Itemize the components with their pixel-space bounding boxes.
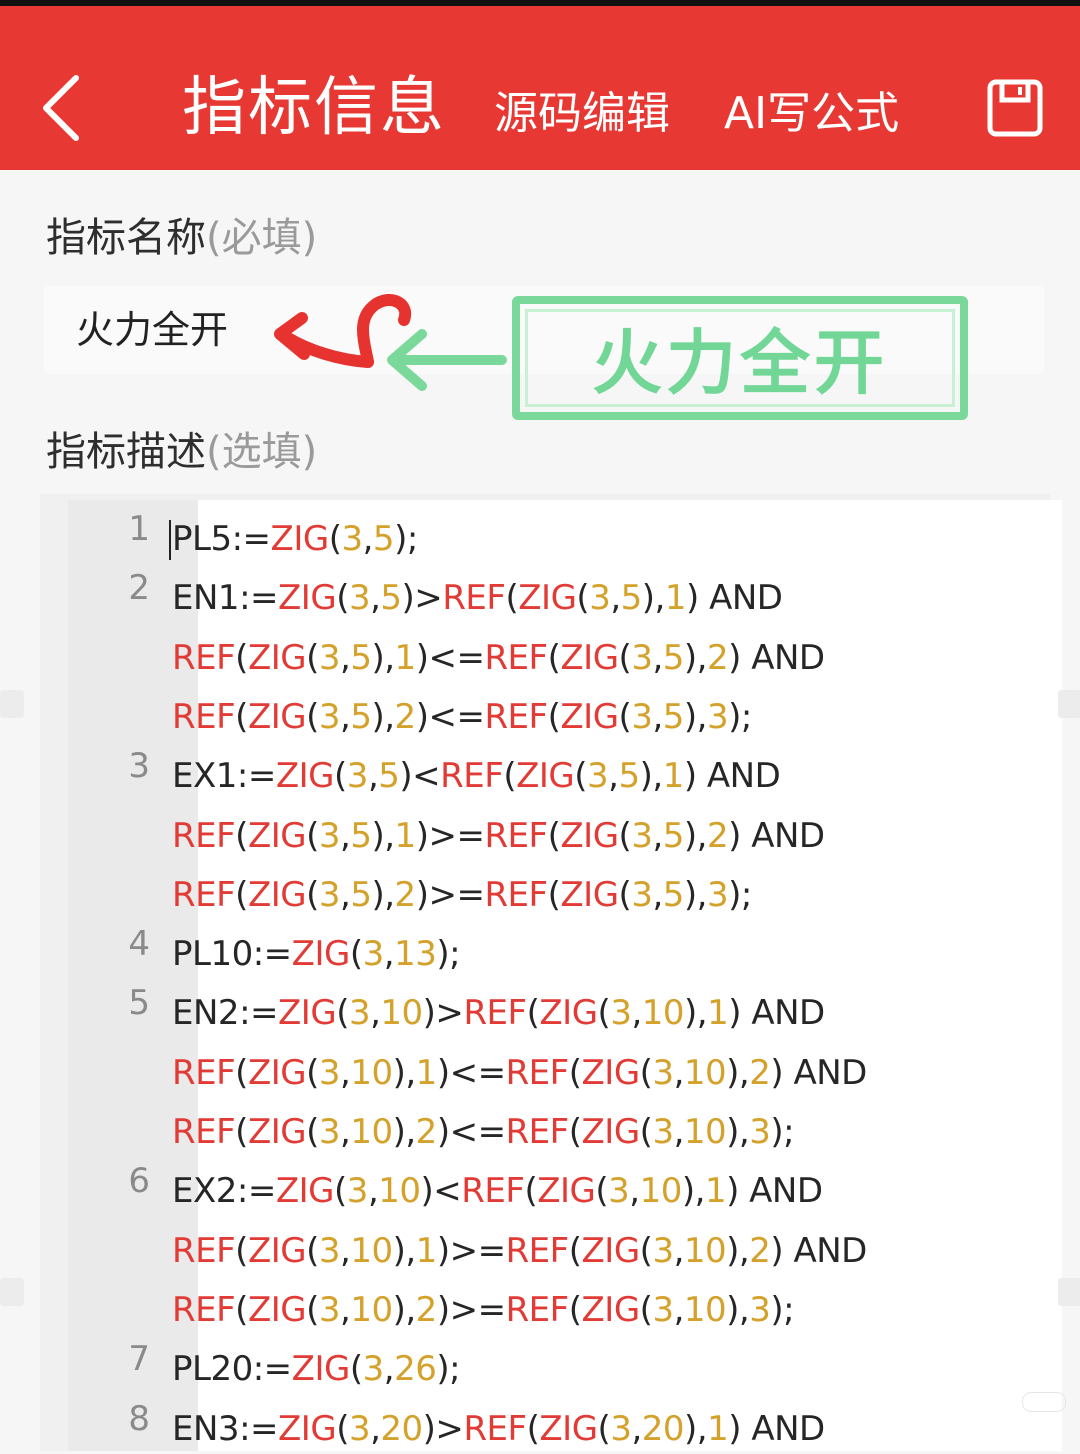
code-line: REF(ZIG(3,10),2)<=REF(ZIG(3,10),3); (172, 1112, 795, 1152)
code-line: EX1:=ZIG(3,5)<REF(ZIG(3,5),1) AND (172, 756, 781, 797)
save-icon[interactable] (986, 78, 1044, 138)
line-number: 7 (128, 1339, 150, 1380)
code-line: EX2:=ZIG(3,10)<REF(ZIG(3,10),1) AND (172, 1171, 823, 1212)
right-edge-tab (1058, 1278, 1080, 1306)
code-line: EN2:=ZIG(3,10)>REF(ZIG(3,10),1) AND (172, 993, 825, 1034)
code-line: PL20:=ZIG(3,26); (172, 1349, 461, 1390)
left-edge-tab (0, 690, 24, 718)
line-number: 3 (128, 746, 150, 787)
chevron-left-icon[interactable] (38, 72, 84, 144)
line-number: 8 (128, 1398, 150, 1439)
code-line: PL10:=ZIG(3,13); (172, 934, 461, 975)
text-caret (169, 520, 171, 560)
code-line: REF(ZIG(3,10),1)<=REF(ZIG(3,10),2) AND (172, 1052, 867, 1093)
indicator-name-value: 火力全开 (76, 308, 229, 352)
indicator-name-label: 指标名称(必填) (46, 210, 317, 266)
page-title: 指标信息 (182, 71, 446, 145)
code-line: REF(ZIG(3,5),2)>=REF(ZIG(3,5),3); (172, 874, 752, 915)
code-line: EN3:=ZIG(3,20)>REF(ZIG(3,20),1) AND (172, 1408, 825, 1449)
ai-formula-tab[interactable]: AI写公式 (724, 84, 899, 144)
line-number: 5 (128, 983, 150, 1024)
code-line: REF(ZIG(3,5),1)>=REF(ZIG(3,5),2) AND (172, 815, 825, 856)
indicator-name-label-text: 指标名称 (46, 215, 206, 261)
indicator-desc-label: 指标描述(选填) (46, 424, 317, 480)
line-number: 1 (128, 509, 150, 549)
code-line: PL5:=ZIG(3,5); (172, 519, 418, 559)
indicator-desc-label-text: 指标描述 (46, 429, 206, 475)
app-header: 指标信息 源码编辑 AI写公式 (0, 6, 1080, 170)
green-arrow-annotation (387, 329, 507, 391)
line-number: 6 (128, 1161, 150, 1202)
code-line: REF(ZIG(3,5),1)<=REF(ZIG(3,5),2) AND (172, 637, 825, 678)
optional-hint: (选填) (206, 429, 318, 475)
code-line: REF(ZIG(3,10),2)>=REF(ZIG(3,10),3); (172, 1289, 795, 1330)
right-edge-tab (1058, 690, 1080, 718)
code-line: REF(ZIG(3,10),1)>=REF(ZIG(3,10),2) AND (172, 1230, 867, 1271)
line-number: 4 (128, 924, 150, 965)
code-line: REF(ZIG(3,5),2)<=REF(ZIG(3,5),3); (172, 696, 752, 737)
line-number: 2 (128, 568, 150, 609)
callout-box: 火力全开 (512, 296, 968, 420)
left-edge-tab (0, 1278, 24, 1306)
code-line: EN1:=ZIG(3,5)>REF(ZIG(3,5),1) AND (172, 578, 783, 619)
watermark-badge (1022, 1392, 1066, 1412)
callout-text: 火力全开 (592, 322, 888, 404)
source-edit-tab[interactable]: 源码编辑 (494, 84, 670, 144)
required-hint: (必填) (206, 215, 318, 261)
